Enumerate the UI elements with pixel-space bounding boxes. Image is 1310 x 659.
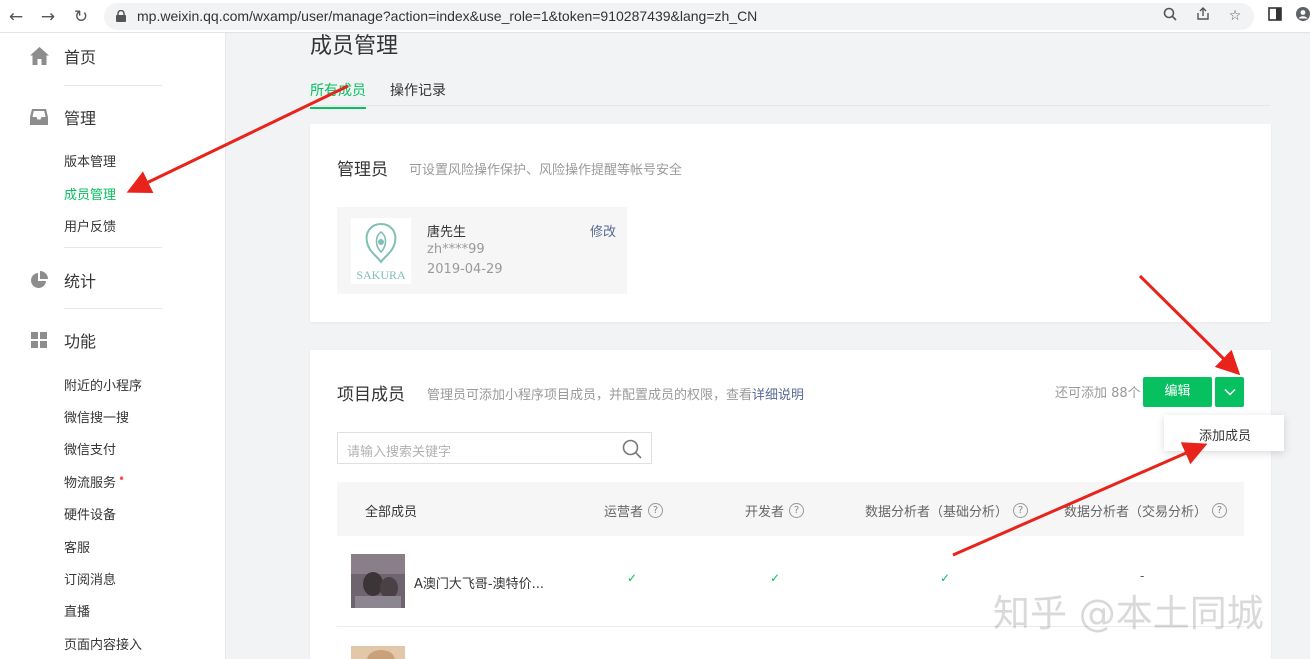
sidebar-item-search[interactable]: 微信搜一搜 xyxy=(64,407,129,426)
divider xyxy=(64,85,162,86)
data-trade-value: - xyxy=(1140,569,1145,583)
divider xyxy=(64,308,162,309)
sidebar-item-version[interactable]: 版本管理 xyxy=(64,151,116,170)
help-icon[interactable]: ? xyxy=(1013,503,1029,518)
zoom-icon[interactable] xyxy=(1161,7,1179,25)
sidebar-item-members[interactable]: 成员管理 xyxy=(64,184,116,203)
sidebar-item-manage[interactable]: 管理 xyxy=(29,105,96,129)
col-data-basic-label: 数据分析者（基础分析） xyxy=(865,505,1009,520)
sidebar-item-pay[interactable]: 微信支付 xyxy=(64,439,116,458)
admin-edit-link[interactable]: 修改 xyxy=(590,221,616,240)
sidebar-manage-label: 管理 xyxy=(64,109,97,128)
bookmark-star-icon[interactable]: ☆ xyxy=(1226,7,1244,25)
sakura-logo-text: SAKURA xyxy=(356,268,406,282)
admin-wechat-id: zh****99 xyxy=(427,242,485,257)
sidebar: 首页 管理 版本管理 成员管理 用户反馈 统计 功能 附近的小程序 微信搜一搜 … xyxy=(0,33,226,659)
tab-operation-log[interactable]: 操作记录 xyxy=(390,80,446,107)
col-developer: 开发者? xyxy=(745,501,805,520)
sidebar-item-service[interactable]: 客服 xyxy=(64,537,90,556)
admin-name: 唐先生 xyxy=(427,225,467,240)
admin-subtitle: 可设置风险操作保护、风险操作提醒等帐号安全 xyxy=(409,163,683,178)
new-dot-badge: • xyxy=(118,472,126,486)
chevron-down-icon xyxy=(1223,388,1236,396)
search-icon[interactable] xyxy=(622,439,642,459)
add-member-menu-item[interactable]: 添加成员 xyxy=(1199,425,1251,444)
forward-arrow-icon[interactable]: → xyxy=(38,7,58,27)
admin-avatar: SAKURA xyxy=(351,218,411,284)
members-subtitle-text: 管理员可添加小程序项目成员，并配置成员的权限，查看 xyxy=(427,388,753,403)
col-operator: 运营者? xyxy=(604,501,664,520)
back-arrow-icon[interactable]: ← xyxy=(6,7,26,27)
details-link[interactable]: 详细说明 xyxy=(752,388,804,403)
browser-toolbar: ← → ↻ mp.weixin.qq.com/wxamp/user/manage… xyxy=(0,0,1310,33)
help-icon[interactable]: ? xyxy=(789,503,805,518)
grid-icon xyxy=(29,330,49,350)
admin-info: SAKURA 唐先生 zh****99 2019-04-29 修改 xyxy=(337,207,627,294)
sidebar-stats-label: 统计 xyxy=(64,272,97,291)
table-header: 全部成员 运营者? 开发者? 数据分析者（基础分析）? 数据分析者（交易分析）? xyxy=(337,482,1244,536)
lock-icon xyxy=(116,10,126,22)
sidebar-item-content[interactable]: 页面内容接入 xyxy=(64,634,142,653)
sidebar-item-hardware[interactable]: 硬件设备 xyxy=(64,504,116,523)
col-operator-label: 运营者 xyxy=(604,505,644,520)
watermark: 知乎 @本土同城 xyxy=(993,592,1264,635)
page-title: 成员管理 xyxy=(310,34,399,59)
help-icon[interactable]: ? xyxy=(648,503,664,518)
sidebar-toggle-icon[interactable] xyxy=(1266,7,1284,25)
developer-check-icon: ✓ xyxy=(770,571,781,585)
sidebar-item-feedback[interactable]: 用户反馈 xyxy=(64,216,116,235)
col-data-basic: 数据分析者（基础分析）? xyxy=(865,501,1029,520)
sidebar-item-stats[interactable]: 统计 xyxy=(29,268,96,292)
data-basic-check-icon: ✓ xyxy=(940,571,951,585)
home-icon xyxy=(29,46,49,66)
sidebar-item-logistics[interactable]: 物流服务 • xyxy=(64,472,125,491)
members-title: 项目成员 xyxy=(337,385,405,405)
col-data-trade: 数据分析者（交易分析）? xyxy=(1064,501,1228,520)
col-developer-label: 开发者 xyxy=(745,505,785,520)
profile-icon[interactable] xyxy=(1294,7,1310,25)
pie-chart-icon xyxy=(29,270,49,290)
member-avatar xyxy=(351,645,405,659)
edit-button[interactable]: 编辑 xyxy=(1143,377,1212,407)
admin-title: 管理员 xyxy=(337,160,388,180)
search-placeholder: 请输入搜索关键字 xyxy=(347,445,452,460)
sidebar-item-home[interactable]: 首页 xyxy=(29,44,96,68)
sidebar-item-features[interactable]: 功能 xyxy=(29,328,96,352)
sidebar-features-label: 功能 xyxy=(64,332,97,351)
tab-bar: 所有成员 操作记录 xyxy=(310,76,1270,109)
admin-date: 2019-04-29 xyxy=(427,262,503,277)
sidebar-item-subscribe[interactable]: 订阅消息 xyxy=(64,569,116,588)
sidebar-home-label: 首页 xyxy=(64,48,97,67)
sidebar-item-live[interactable]: 直播 xyxy=(64,601,90,620)
divider xyxy=(64,247,162,248)
url-text: mp.weixin.qq.com/wxamp/user/manage?actio… xyxy=(137,8,758,24)
dropdown-toggle-button[interactable] xyxy=(1215,377,1244,407)
share-icon[interactable] xyxy=(1194,7,1212,25)
members-subtitle: 管理员可添加小程序项目成员，并配置成员的权限，查看详细说明 xyxy=(427,384,804,403)
help-icon[interactable]: ? xyxy=(1212,503,1228,518)
reload-icon[interactable]: ↻ xyxy=(71,7,91,27)
tab-all-members[interactable]: 所有成员 xyxy=(310,80,366,109)
address-bar[interactable]: mp.weixin.qq.com/wxamp/user/manage?actio… xyxy=(104,3,1254,30)
inbox-icon xyxy=(29,107,49,127)
sidebar-logistics-label: 物流服务 xyxy=(64,476,117,491)
dropdown-menu: 添加成员 xyxy=(1164,415,1284,451)
member-name: A澳门大飞哥-澳特价... xyxy=(414,577,544,592)
col-data-trade-label: 数据分析者（交易分析） xyxy=(1064,505,1208,520)
sidebar-item-nearby[interactable]: 附近的小程序 xyxy=(64,375,142,394)
quota-text: 还可添加 88个 xyxy=(1055,386,1141,401)
search-input[interactable]: 请输入搜索关键字 xyxy=(337,432,652,464)
col-all-members: 全部成员 xyxy=(365,501,417,520)
member-avatar xyxy=(351,554,405,608)
operator-check-icon: ✓ xyxy=(627,571,638,585)
col-all-members-label: 全部成员 xyxy=(365,505,418,520)
